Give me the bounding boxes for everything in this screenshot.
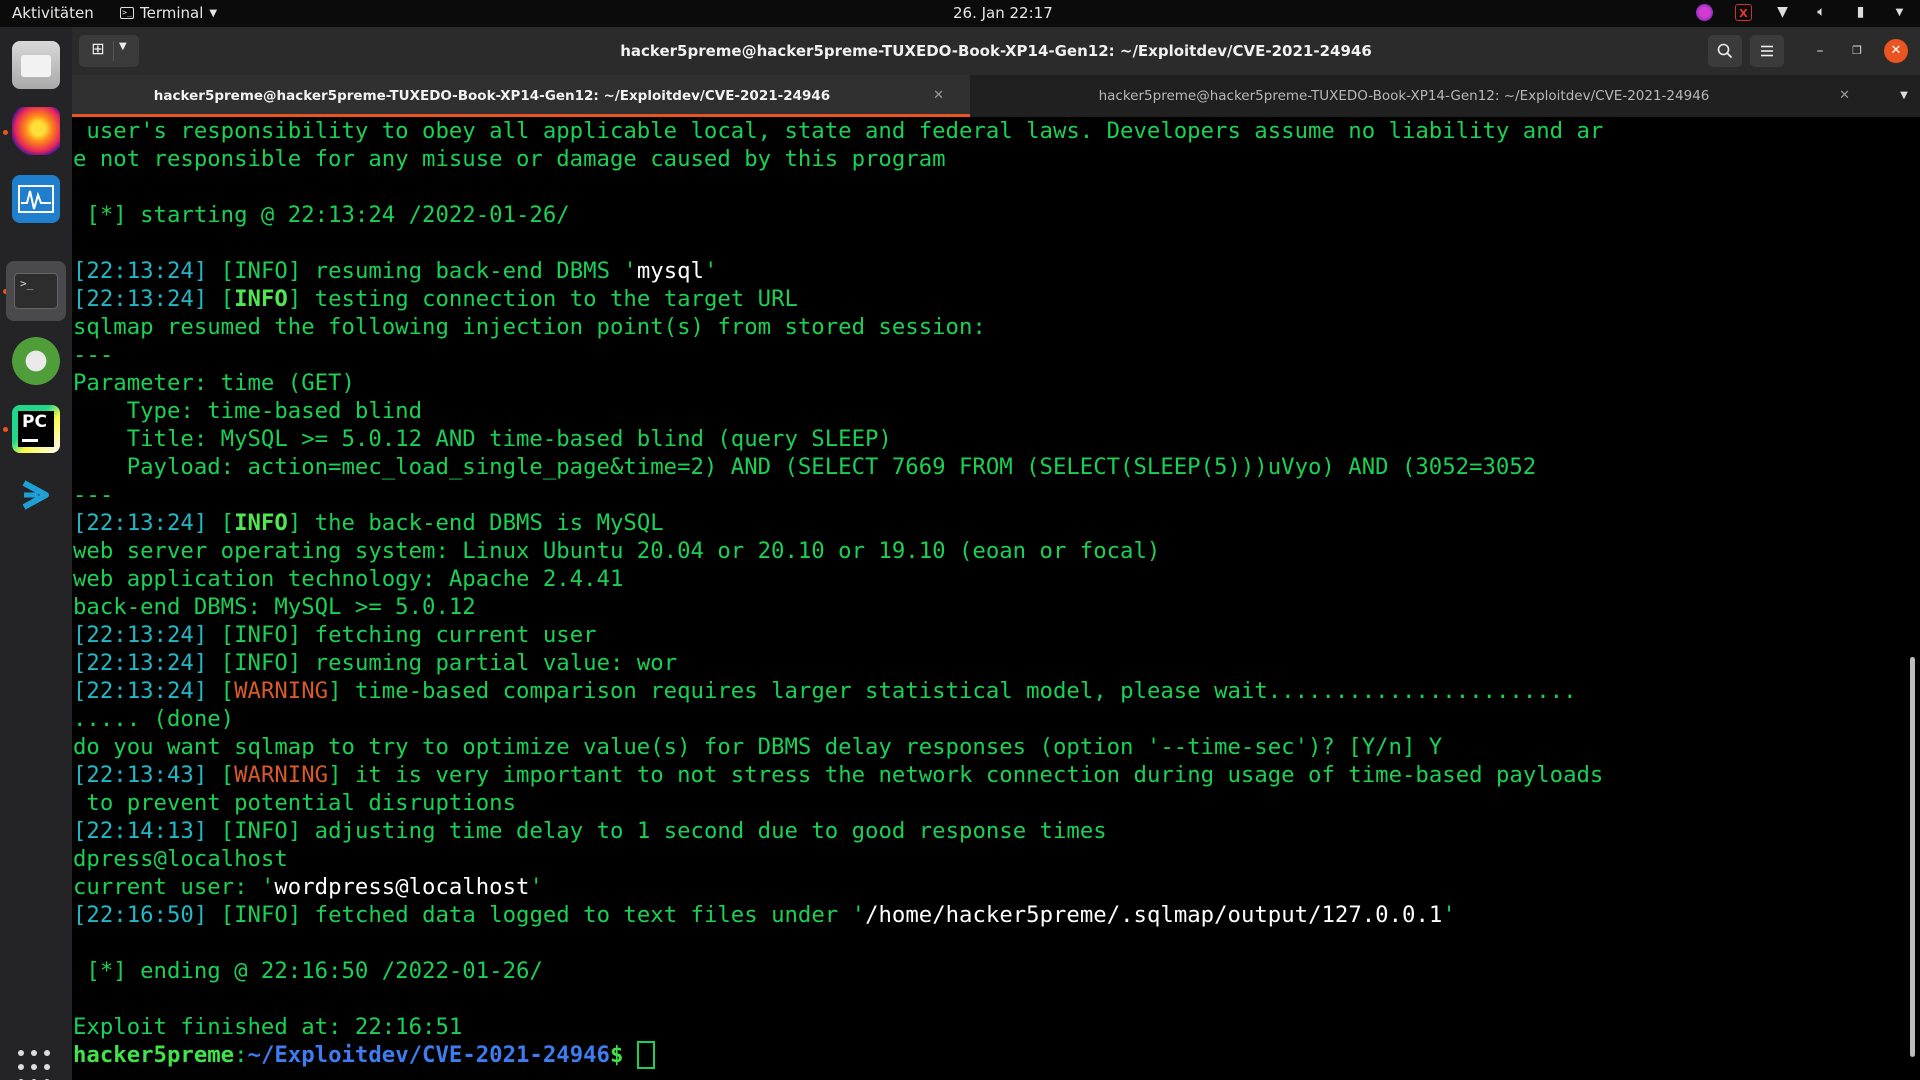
terminal-line: Title: MySQL >= 5.0.12 AND time-based bl… — [73, 426, 892, 452]
top-bar: Aktivitäten >_ Terminal ▼ 26. Jan 22:17 … — [0, 0, 1920, 27]
system-tray[interactable]: X ▼ 🔈︎ ▮ ▼ — [1696, 4, 1908, 21]
firefox-icon[interactable] — [12, 107, 60, 155]
terminal-line: web application technology: Apache 2.4.4… — [73, 566, 624, 592]
hamburger-icon — [1761, 45, 1773, 57]
tab-label: hacker5preme@hacker5preme-TUXEDO-Book-XP… — [1098, 88, 1710, 104]
terminal-line: [*] starting @ 22:13:24 /2022-01-26/ — [73, 202, 570, 228]
app-menu-label: Terminal — [140, 4, 204, 22]
terminal-line: [22:13:24] [INFO] fetching current user — [73, 622, 597, 648]
maximize-button[interactable]: ❐ — [1845, 39, 1869, 63]
chevron-right-icon — [22, 480, 49, 510]
search-button[interactable] — [1708, 35, 1742, 67]
shell-prompt[interactable]: hacker5preme:~/Exploitdev/CVE-2021-24946… — [73, 1041, 655, 1069]
terminal-line: current user: 'wordpress@localhost' — [73, 874, 543, 900]
terminal-line: web server operating system: Linux Ubunt… — [73, 538, 1161, 564]
close-icon[interactable]: ✕ — [933, 75, 944, 117]
tab-active[interactable]: hacker5preme@hacker5preme-TUXEDO-Book-XP… — [72, 75, 970, 117]
search-icon — [1717, 43, 1733, 59]
xbox-indicator-icon[interactable]: X — [1735, 4, 1752, 21]
app-menu[interactable]: >_ Terminal ▼ — [120, 4, 217, 22]
volume-icon[interactable]: 🔈︎ — [1813, 4, 1830, 21]
show-applications-icon[interactable] — [18, 1050, 54, 1080]
terminal-line: ..... (done) — [73, 706, 235, 732]
terminal-line: Parameter: time (GET) — [73, 370, 355, 396]
minimize-button[interactable]: – — [1808, 39, 1832, 63]
terminal-line: do you want sqlmap to try to optimize va… — [73, 734, 1443, 760]
chevron-down-icon[interactable]: ▼ — [1891, 4, 1908, 21]
new-tab-button[interactable]: ⊞ ▼ — [79, 35, 139, 67]
prompt-path: ~/Exploitdev/CVE-2021-24946 — [247, 1042, 610, 1068]
clock[interactable]: 26. Jan 22:17 — [953, 4, 1053, 22]
terminal-line: to prevent potential disruptions — [73, 790, 516, 816]
terminal-output[interactable]: user's responsibility to obey all applic… — [72, 117, 1904, 1080]
terminal-line: [22:14:13] [INFO] adjusting time delay t… — [73, 818, 1107, 844]
terminal-line: [22:13:24] [INFO] resuming back-end DBMS… — [73, 258, 718, 284]
terminal-line: back-end DBMS: MySQL >= 5.0.12 — [73, 594, 476, 620]
terminal-line: Exploit finished at: 22:16:51 — [73, 1014, 463, 1040]
pycharm-logo: PC — [18, 411, 54, 447]
battery-icon[interactable]: ▮ — [1852, 4, 1869, 21]
dock: >_ PC — [0, 27, 72, 1080]
chevron-down-icon[interactable]: ▼ — [119, 41, 127, 52]
terminal-line: --- — [73, 482, 114, 508]
system-monitor-icon[interactable] — [12, 175, 60, 223]
pycharm-icon[interactable]: PC — [12, 405, 60, 453]
remmina-icon[interactable] — [12, 471, 60, 519]
tabs-menu-chevron-icon[interactable]: ▼ — [1892, 75, 1916, 117]
close-icon[interactable]: ✕ — [1839, 75, 1850, 117]
hamburger-menu-button[interactable] — [1750, 35, 1784, 67]
monitor-graph-icon — [18, 185, 54, 213]
tab-bar: hacker5preme@hacker5preme-TUXEDO-Book-XP… — [72, 75, 1920, 117]
terminal-line: [22:13:24] [INFO] resuming partial value… — [73, 650, 678, 676]
window-title: hacker5preme@hacker5preme-TUXEDO-Book-XP… — [620, 42, 1372, 60]
terminal-window: ⊞ ▼ hacker5preme@hacker5preme-TUXEDO-Boo… — [72, 27, 1920, 1080]
running-indicator — [3, 427, 8, 432]
terminal-line: [22:13:24] [INFO] testing connection to … — [73, 286, 798, 312]
firefox-indicator-icon[interactable] — [1696, 4, 1713, 21]
terminal-line: Payload: action=mec_load_single_page&tim… — [73, 454, 1537, 480]
caret-down-icon: ▼ — [209, 7, 218, 19]
running-indicator — [3, 130, 8, 135]
activities-button[interactable]: Aktivitäten — [12, 4, 94, 22]
terminal-line: --- — [73, 342, 114, 368]
new-tab-icon: ⊞ — [91, 39, 105, 58]
close-button[interactable]: ✕ — [1884, 39, 1908, 63]
prompt-user: hacker5preme — [73, 1042, 235, 1068]
files-app-icon[interactable] — [12, 41, 60, 89]
keepassxc-icon[interactable] — [12, 337, 60, 385]
wifi-icon[interactable]: ▼ — [1774, 4, 1791, 21]
terminal-line: e not responsible for any misuse or dama… — [73, 146, 946, 172]
tab-inactive[interactable]: hacker5preme@hacker5preme-TUXEDO-Book-XP… — [972, 75, 1870, 117]
scrollbar[interactable] — [1910, 657, 1915, 1057]
terminal-line: [*] ending @ 22:16:50 /2022-01-26/ — [73, 958, 543, 984]
text-cursor — [636, 1041, 655, 1069]
terminal-line: dpress@localhost — [73, 846, 288, 872]
terminal-line: [22:13:43] [WARNING] it is very importan… — [73, 762, 1604, 788]
terminal-icon: >_ — [120, 7, 134, 19]
terminal-line: [22:13:24] [WARNING] time-based comparis… — [73, 678, 1577, 704]
terminal-app-icon[interactable]: >_ — [6, 261, 66, 321]
terminal-line: user's responsibility to obey all applic… — [73, 118, 1604, 144]
terminal-line: [22:16:50] [INFO] fetched data logged to… — [73, 902, 1456, 928]
terminal-icon: >_ — [14, 273, 58, 309]
tab-label: hacker5preme@hacker5preme-TUXEDO-Book-XP… — [153, 88, 831, 104]
title-bar[interactable]: ⊞ ▼ hacker5preme@hacker5preme-TUXEDO-Boo… — [72, 27, 1920, 75]
terminal-line: Type: time-based blind — [73, 398, 423, 424]
terminal-line: sqlmap resumed the following injection p… — [73, 314, 986, 340]
terminal-line: [22:13:24] [INFO] the back-end DBMS is M… — [73, 510, 664, 536]
